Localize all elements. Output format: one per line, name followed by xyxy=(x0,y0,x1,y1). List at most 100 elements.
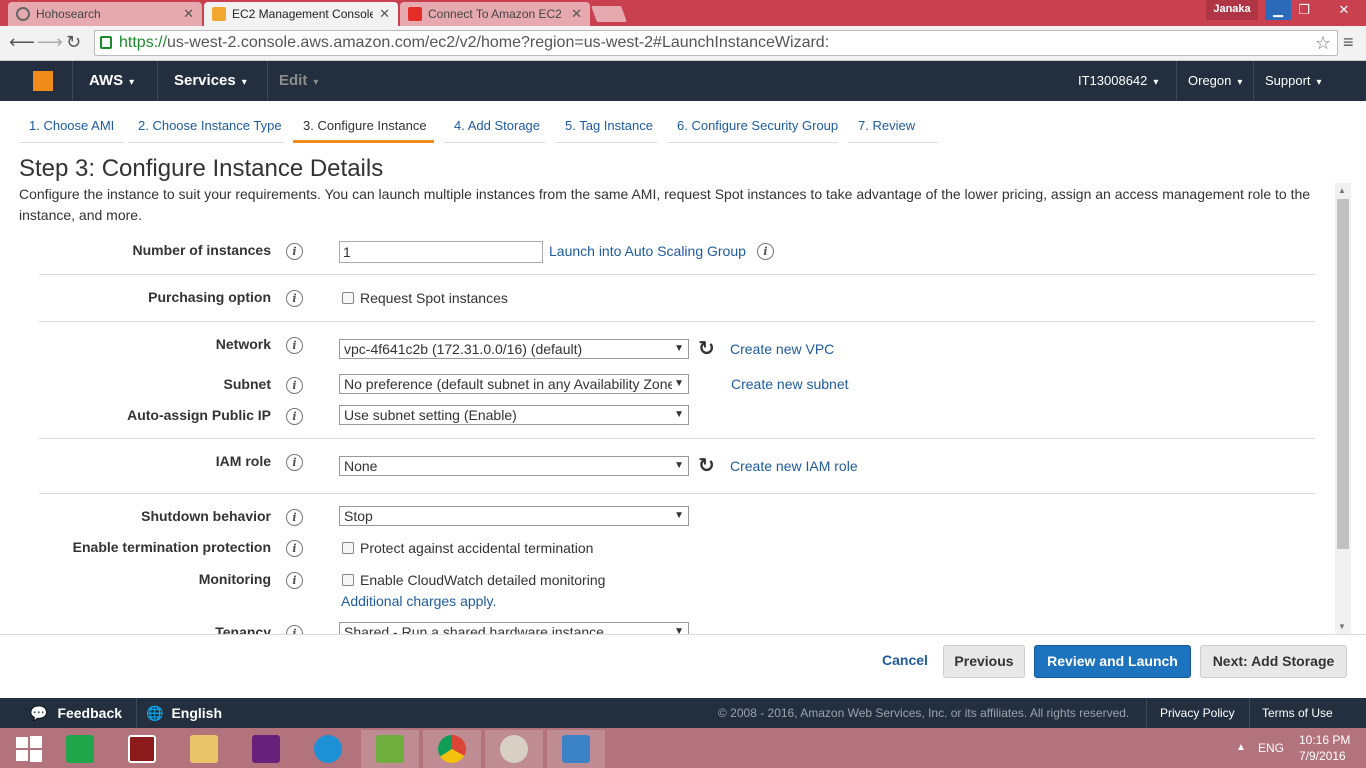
instances-input[interactable]: 1 xyxy=(339,241,543,263)
next-add-storage-button[interactable]: Next: Add Storage xyxy=(1200,645,1347,678)
create-subnet-link[interactable]: Create new subnet xyxy=(731,376,849,392)
info-icon[interactable]: i xyxy=(286,540,303,557)
dropdown-arrow-icon: ▼ xyxy=(672,375,684,393)
tab-youtube[interactable]: Connect To Amazon EC2 I ✕ xyxy=(400,2,590,26)
visual-studio-icon[interactable] xyxy=(237,730,295,768)
maximize-icon[interactable]: ❐ xyxy=(1291,0,1317,20)
spot-label: Request Spot instances xyxy=(360,290,508,306)
refresh-icon[interactable]: ↻ xyxy=(698,453,715,478)
bookmark-star-icon[interactable]: ☆ xyxy=(1315,31,1331,55)
subnet-label: Subnet xyxy=(223,376,271,392)
paint-icon[interactable] xyxy=(485,730,543,768)
previous-button[interactable]: Previous xyxy=(943,645,1025,678)
acrobat-icon[interactable] xyxy=(113,730,171,768)
info-icon[interactable]: i xyxy=(286,509,303,526)
aws-cube-icon[interactable] xyxy=(33,71,53,91)
monitoring-checkbox-row[interactable]: Enable CloudWatch detailed monitoring xyxy=(342,572,605,588)
tab-ec2-console[interactable]: EC2 Management Console ✕ xyxy=(204,2,398,26)
info-icon[interactable]: i xyxy=(286,377,303,394)
clock-time[interactable]: 10:16 PM xyxy=(1299,733,1350,748)
reload-icon[interactable]: ↻ xyxy=(66,32,81,53)
edit-menu-label: Edit xyxy=(279,72,308,89)
shutdown-select[interactable]: Stop ▼ xyxy=(339,506,689,526)
public-ip-label: Auto-assign Public IP xyxy=(127,407,271,423)
tab-hohosearch[interactable]: Hohosearch ✕ xyxy=(8,2,202,26)
forward-icon[interactable]: ⟶ xyxy=(37,32,63,53)
monitoring-check-label: Enable CloudWatch detailed monitoring xyxy=(360,572,606,588)
profile-badge[interactable]: Janaka xyxy=(1206,0,1258,20)
termination-checkbox[interactable] xyxy=(342,542,354,554)
create-vpc-link[interactable]: Create new VPC xyxy=(730,341,834,357)
refresh-icon[interactable]: ↻ xyxy=(698,336,715,361)
shutdown-value: Stop xyxy=(344,508,373,524)
step-review[interactable]: 7. Review xyxy=(848,112,938,143)
step-choose-instance-type[interactable]: 2. Choose Instance Type xyxy=(128,112,284,143)
info-icon[interactable]: i xyxy=(286,337,303,354)
aws-footer: 💬 Feedback 🌐 English © 2008 - 2016, Amazon… xyxy=(0,698,1366,728)
clock-date[interactable]: 7/9/2016 xyxy=(1299,749,1346,764)
internet-explorer-icon[interactable] xyxy=(299,730,357,768)
close-icon[interactable]: ✕ xyxy=(571,6,582,22)
edit-menu[interactable]: Edit ▾ xyxy=(279,61,318,101)
info-icon[interactable]: i xyxy=(286,572,303,589)
input-language[interactable]: ENG xyxy=(1258,728,1284,768)
additional-charges-link[interactable]: Additional charges apply. xyxy=(341,593,496,609)
info-icon[interactable]: i xyxy=(286,290,303,307)
page-title: Step 3: Configure Instance Details xyxy=(19,155,384,182)
browser-menu-icon[interactable]: ≡ xyxy=(1343,32,1354,53)
privacy-policy-link[interactable]: Privacy Policy xyxy=(1160,698,1235,728)
support-label: Support xyxy=(1265,73,1311,88)
start-icon[interactable] xyxy=(0,730,58,768)
content-scrollbar[interactable]: ▲ ▼ xyxy=(1335,183,1351,634)
network-select[interactable]: vpc-4f641c2b (172.31.0.0/16) (default) ▼ xyxy=(339,339,689,359)
scrollbar-thumb[interactable] xyxy=(1337,199,1349,549)
terms-of-use-link[interactable]: Terms of Use xyxy=(1262,698,1333,728)
public-ip-select[interactable]: Use subnet setting (Enable) ▼ xyxy=(339,405,689,425)
info-icon[interactable]: i xyxy=(286,243,303,260)
info-icon[interactable]: i xyxy=(757,243,774,260)
utorrent-icon[interactable] xyxy=(361,730,419,768)
minimize-icon[interactable]: ▁ xyxy=(1265,0,1291,20)
monitoring-checkbox[interactable] xyxy=(342,574,354,586)
nav-separator xyxy=(157,61,158,101)
step-choose-ami[interactable]: 1. Choose AMI xyxy=(19,112,124,143)
autoscaling-link[interactable]: Launch into Auto Scaling Group xyxy=(549,243,746,259)
store-icon[interactable] xyxy=(51,730,109,768)
review-and-launch-button[interactable]: Review and Launch xyxy=(1034,645,1191,678)
spot-checkbox[interactable] xyxy=(342,292,354,304)
tray-expand-icon[interactable]: ▲ xyxy=(1236,728,1246,768)
region-menu[interactable]: Oregon ▾ xyxy=(1188,61,1242,101)
iam-select[interactable]: None ▼ xyxy=(339,456,689,476)
support-menu[interactable]: Support ▾ xyxy=(1265,61,1322,101)
account-menu[interactable]: IT13008642 ▾ xyxy=(1078,61,1158,101)
termination-checkbox-row[interactable]: Protect against accidental termination xyxy=(342,540,593,556)
step-configure-instance[interactable]: 3. Configure Instance xyxy=(293,112,434,143)
scroll-down-icon[interactable]: ▼ xyxy=(1338,622,1346,631)
globe-icon: 🌐 xyxy=(146,705,164,721)
feedback-label: Feedback xyxy=(57,705,123,721)
close-icon[interactable]: ✕ xyxy=(379,6,390,22)
step-tag-instance[interactable]: 5. Tag Instance xyxy=(555,112,657,143)
chrome-icon[interactable] xyxy=(423,730,481,768)
feedback-button[interactable]: 💬 Feedback xyxy=(30,698,122,728)
address-bar[interactable]: https://us-west-2.console.aws.amazon.com… xyxy=(94,30,1338,56)
subnet-select[interactable]: No preference (default subnet in any Ava… xyxy=(339,374,689,394)
cancel-button[interactable]: Cancel xyxy=(872,645,938,678)
info-icon[interactable]: i xyxy=(286,454,303,471)
file-explorer-icon[interactable] xyxy=(175,730,233,768)
aws-menu[interactable]: AWS ▾ xyxy=(89,61,134,101)
info-icon[interactable]: i xyxy=(286,408,303,425)
services-menu[interactable]: Services ▾ xyxy=(174,61,247,101)
back-icon[interactable]: ⟵ xyxy=(9,32,35,53)
scroll-up-icon[interactable]: ▲ xyxy=(1338,186,1346,195)
new-tab-button[interactable] xyxy=(591,6,627,22)
step-configure-security-group[interactable]: 6. Configure Security Group xyxy=(667,112,838,143)
spot-checkbox-row[interactable]: Request Spot instances xyxy=(342,290,508,306)
media-player-icon[interactable] xyxy=(547,730,605,768)
step-add-storage[interactable]: 4. Add Storage xyxy=(444,112,545,143)
close-icon[interactable]: ✕ xyxy=(183,6,194,22)
iam-label: IAM role xyxy=(215,453,271,469)
window-close-icon[interactable]: ✕ xyxy=(1326,0,1362,20)
language-button[interactable]: 🌐 English xyxy=(146,698,222,728)
create-iam-link[interactable]: Create new IAM role xyxy=(730,458,858,474)
